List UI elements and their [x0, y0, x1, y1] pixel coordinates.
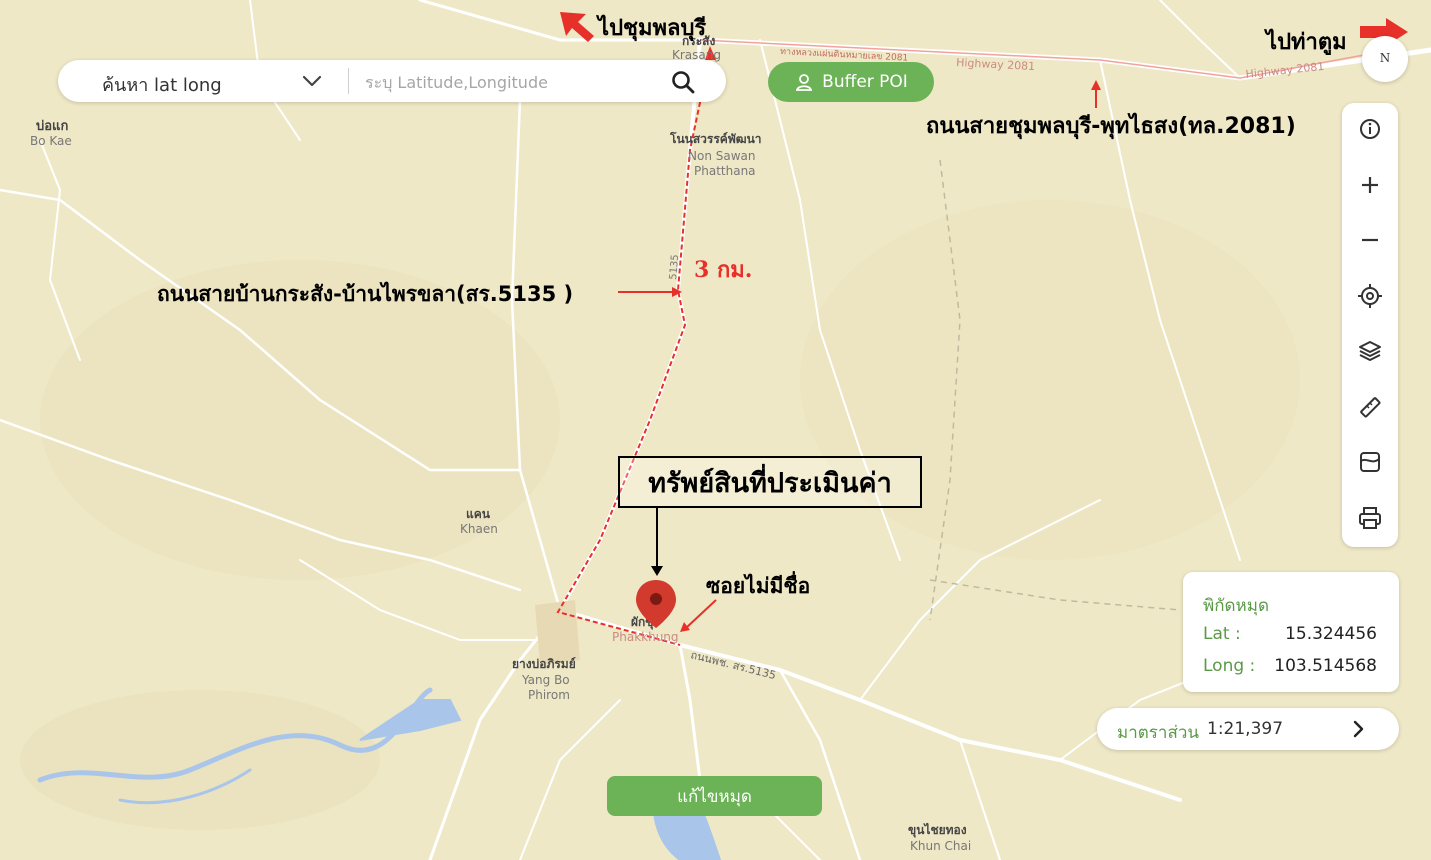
annotation-to-chumphon: ไปชุมพลบุรี: [598, 16, 707, 41]
annotation-to-tha-tum: ไปท่าตูม: [1266, 30, 1347, 55]
draw-area-icon[interactable]: [1356, 448, 1384, 476]
annotation-road-5135-suffix: ): [556, 282, 574, 306]
long-label: Long :: [1203, 656, 1256, 676]
buffer-poi-button[interactable]: Buffer POI: [768, 62, 934, 102]
person-icon: [796, 74, 813, 91]
map-label-yang-bo-th: ยางบ่อภิรมย์: [512, 657, 576, 671]
latlong-search-input[interactable]: [363, 68, 657, 96]
map-label-khun-chai-th: ขุนไชยทอง: [908, 822, 967, 838]
map-label-yang-bo-en-1: Yang Bo: [521, 673, 570, 687]
pin-coordinates-panel: พิกัดหมุด Lat : 15.324456 Long : 103.514…: [1183, 572, 1399, 692]
annotation-distance: 3 กม.: [694, 257, 753, 283]
town-block: [535, 600, 580, 665]
map-label-non-sawan-en-1: Non Sawan: [688, 149, 755, 163]
compass-north-label: N: [1379, 51, 1391, 65]
annotation-highway-2081: ถนนสายชุมพลบุรี-พุทไธสง(ทล.2081): [926, 114, 1296, 139]
map-label-route-5135-vertical: 5135: [668, 254, 681, 280]
search-mode-select[interactable]: ค้นหา lat long: [102, 70, 222, 99]
annotation-unnamed-soi: ซอยไม่มีชื่อ: [706, 574, 811, 598]
chevron-down-icon[interactable]: [300, 69, 324, 93]
edit-pin-button[interactable]: แก้ไขหมุด: [607, 776, 822, 816]
annotation-road-5135: ถนนสายบ้านกระสัง-บ้านไพรขลา(สร.5135 ): [157, 278, 573, 311]
compass-button[interactable]: N: [1362, 36, 1408, 82]
search-divider: [348, 68, 349, 94]
info-icon[interactable]: [1356, 115, 1384, 143]
scale-control[interactable]: มาตราส่วน 1:21,397: [1097, 708, 1399, 750]
annotation-road-5135-prefix: ถนนสายบ้านกระสัง-บ้านไพรขลา(สร.: [157, 282, 498, 306]
locate-icon[interactable]: [1356, 282, 1384, 310]
map-label-phakkhung-en: Phakkhung: [612, 630, 679, 644]
map-label-khun-chai-en: Khun Chai: [910, 839, 971, 853]
map-label-bo-kae-en: Bo Kae: [30, 134, 72, 148]
buffer-poi-label: Buffer POI: [822, 72, 908, 92]
chevron-right-icon[interactable]: [1347, 718, 1369, 740]
ruler-icon[interactable]: [1356, 393, 1384, 421]
search-icon[interactable]: [670, 69, 696, 95]
map-toolbar: [1342, 103, 1398, 547]
zoom-in-icon[interactable]: [1356, 171, 1384, 199]
zoom-out-icon[interactable]: [1356, 226, 1384, 254]
search-bar: ค้นหา lat long: [58, 60, 726, 102]
coordinates-title: พิกัดหมุด: [1203, 596, 1269, 616]
annotation-road-5135-number: 5135: [497, 282, 557, 306]
long-value: 103.514568: [1274, 656, 1377, 676]
lat-value: 15.324456: [1285, 624, 1377, 644]
layers-icon[interactable]: [1356, 337, 1384, 365]
scale-label: มาตราส่วน: [1117, 723, 1200, 743]
map-label-yang-bo-en-2: Phirom: [528, 688, 570, 702]
map-label-khaen-en: Khaen: [460, 522, 498, 536]
lat-label: Lat :: [1203, 624, 1241, 644]
print-icon[interactable]: [1356, 504, 1384, 532]
map-label-khaen-th: แคน: [466, 507, 491, 521]
annotation-asset: ทรัพย์สินที่ประเมินค่า: [618, 456, 922, 508]
map-label-non-sawan-en-2: Phatthana: [694, 164, 756, 178]
scale-value: 1:21,397: [1207, 719, 1284, 739]
map-label-bo-kae-th: บ่อแก: [36, 119, 68, 134]
map-label-non-sawan-th: โนนสวรรค์พัฒนา: [669, 131, 762, 146]
